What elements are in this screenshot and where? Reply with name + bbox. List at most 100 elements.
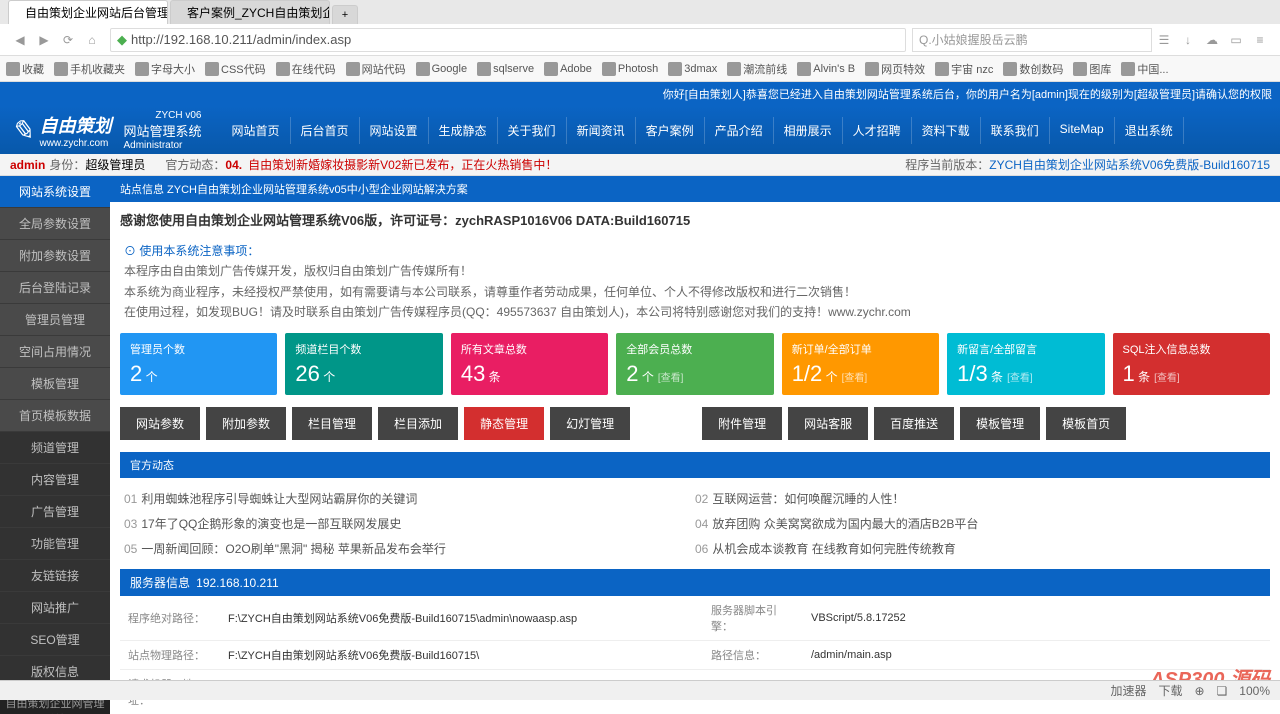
tab-2[interactable]: 客户案例_ZYCH自由策划企业网..: [170, 0, 330, 24]
sidebar-item[interactable]: 全局参数设置: [0, 208, 110, 240]
news-item[interactable]: 0317年了QQ企鹅形象的演变也是一部互联网发展史: [124, 511, 695, 536]
bookmark-item[interactable]: 在线代码: [276, 61, 336, 77]
stat-card[interactable]: 全部会员总数2 个[查看]: [616, 333, 773, 395]
sidebar-item[interactable]: 友链链接: [0, 560, 110, 592]
topnav-item[interactable]: 联系我们: [981, 117, 1050, 144]
bookmark-item[interactable]: 字母大小: [135, 61, 195, 77]
topnav-item[interactable]: 网站设置: [360, 117, 429, 144]
bookmark-item[interactable]: 网页特效: [865, 61, 925, 77]
stat-card[interactable]: 管理员个数2 个: [120, 333, 277, 395]
bookmark-item[interactable]: 中国...: [1121, 61, 1168, 77]
sidebar-item[interactable]: 内容管理: [0, 464, 110, 496]
topnav-item[interactable]: SiteMap: [1050, 117, 1115, 144]
sidebar-item[interactable]: 空间占用情况: [0, 336, 110, 368]
bookmark-item[interactable]: CSS代码: [205, 61, 266, 77]
tool-icon[interactable]: ↓: [1178, 30, 1198, 50]
action-buttons: 网站参数附加参数栏目管理栏目添加静态管理幻灯管理 附件管理网站客服百度推送模板管理…: [110, 401, 1280, 446]
news-list: 01利用蜘蛛池程序引导蜘蛛让大型网站霸屏你的关键词02互联网运营：如何唤醒沉睡的…: [110, 478, 1280, 569]
topnav-item[interactable]: 人才招聘: [843, 117, 912, 144]
action-button[interactable]: 模板管理: [960, 407, 1040, 440]
reload-button[interactable]: ⟳: [58, 30, 78, 50]
topnav-item[interactable]: 相册展示: [774, 117, 843, 144]
bookmark-item[interactable]: Alvin's B: [797, 62, 855, 76]
tool-icon[interactable]: ☰: [1154, 30, 1174, 50]
action-button[interactable]: 静态管理: [464, 407, 544, 440]
new-tab-button[interactable]: +: [332, 5, 358, 24]
table-row: 程序绝对路径：F:\ZYCH自由策划网站系统V06免费版-Build160715…: [120, 596, 1270, 641]
sidebar-item[interactable]: 功能管理: [0, 528, 110, 560]
back-button[interactable]: ◀: [10, 30, 30, 50]
action-button[interactable]: 附件管理: [702, 407, 782, 440]
topnav-item[interactable]: 资料下载: [912, 117, 981, 144]
status-item[interactable]: 下载: [1158, 682, 1182, 699]
news-item[interactable]: 01利用蜘蛛池程序引导蜘蛛让大型网站霸屏你的关键词: [124, 486, 695, 511]
bookmark-item[interactable]: Adobe: [544, 62, 592, 76]
topnav-item[interactable]: 生成静态: [429, 117, 498, 144]
stat-card[interactable]: 新留言/全部留言1/3 条[查看]: [947, 333, 1104, 395]
stat-card[interactable]: SQL注入信息总数1 条[查看]: [1113, 333, 1270, 395]
topnav-item[interactable]: 网站首页: [221, 117, 290, 144]
topnav-item[interactable]: 产品介绍: [705, 117, 774, 144]
bookmark-item[interactable]: Google: [416, 62, 467, 76]
bookmark-item[interactable]: 手机收藏夹: [54, 61, 125, 77]
action-button[interactable]: 网站客服: [788, 407, 868, 440]
action-button[interactable]: 百度推送: [874, 407, 954, 440]
news-item[interactable]: 02互联网运营：如何唤醒沉睡的人性！: [695, 486, 1266, 511]
stat-card[interactable]: 新订单/全部订单1/2 个[查看]: [782, 333, 939, 395]
status-item[interactable]: 100%: [1239, 684, 1270, 698]
stat-card[interactable]: 频道栏目个数26 个: [285, 333, 442, 395]
sidebar-item[interactable]: 网站系统设置: [0, 176, 110, 208]
action-button[interactable]: 附加参数: [206, 407, 286, 440]
search-input[interactable]: Q.小姑娘握股岳云鹏: [912, 28, 1152, 52]
status-item[interactable]: ❏: [1217, 684, 1228, 698]
sidebar-item[interactable]: SEO管理: [0, 624, 110, 656]
home-button[interactable]: ⌂: [82, 30, 102, 50]
menu-icon[interactable]: ≡: [1250, 30, 1270, 50]
action-button[interactable]: 栏目管理: [292, 407, 372, 440]
topnav-item[interactable]: 后台首页: [291, 117, 360, 144]
status-item[interactable]: ⊕: [1194, 684, 1204, 698]
url-text: http://192.168.10.211/admin/index.asp: [131, 32, 351, 47]
news-item[interactable]: 04放弃团购 众美窝窝欲成为国内最大的酒店B2B平台: [695, 511, 1266, 536]
sidebar-item[interactable]: 网站推广: [0, 592, 110, 624]
bookmark-item[interactable]: Photosh: [602, 62, 658, 76]
bookmark-item[interactable]: 3dmax: [668, 62, 717, 76]
tool-icon[interactable]: ☁: [1202, 30, 1222, 50]
forward-button[interactable]: ▶: [34, 30, 54, 50]
bookmarks-bar: 收藏手机收藏夹字母大小 CSS代码在线代码网站代码 Google sqlserve Ad…: [0, 56, 1280, 82]
announcement-link[interactable]: 自由策划新婚嫁妆摄影新V02新已发布，正在火热销售中！: [248, 156, 557, 173]
bookmark-item[interactable]: 潮流前线: [727, 61, 787, 77]
bookmark-item[interactable]: 网站代码: [346, 61, 406, 77]
sidebar-item[interactable]: 广告管理: [0, 496, 110, 528]
news-item[interactable]: 06从机会成本谈教育 在线教育如何完胜传统教育: [695, 536, 1266, 561]
bookmark-item[interactable]: 图库: [1073, 61, 1111, 77]
action-button[interactable]: 幻灯管理: [550, 407, 630, 440]
url-input[interactable]: ◆ http://192.168.10.211/admin/index.asp: [110, 28, 906, 52]
tool-icon[interactable]: ▭: [1226, 30, 1246, 50]
action-button[interactable]: 模板首页: [1046, 407, 1126, 440]
status-item[interactable]: 加速器: [1110, 682, 1146, 699]
sidebar-item[interactable]: 附加参数设置: [0, 240, 110, 272]
action-button[interactable]: 网站参数: [120, 407, 200, 440]
sidebar-item[interactable]: 模板管理: [0, 368, 110, 400]
topnav-item[interactable]: 退出系统: [1115, 117, 1184, 144]
stat-card[interactable]: 所有文章总数43 条: [451, 333, 608, 395]
table-row: 站点物理路径：F:\ZYCH自由策划网站系统V06免费版-Build160715…: [120, 640, 1270, 669]
topnav-item[interactable]: 关于我们: [498, 117, 567, 144]
bookmark-item[interactable]: 收藏: [6, 61, 44, 77]
action-button[interactable]: 栏目添加: [378, 407, 458, 440]
bookmark-item[interactable]: 数创数码: [1003, 61, 1063, 77]
bookmark-item[interactable]: 宇宙 nzc: [935, 61, 993, 77]
sidebar: 网站系统设置全局参数设置附加参数设置后台登陆记录管理员管理空间占用情况模板管理首…: [0, 176, 110, 714]
bookmark-item[interactable]: sqlserve: [477, 62, 534, 76]
topnav-item[interactable]: 客户案例: [636, 117, 705, 144]
news-item[interactable]: 05一周新闻回顾：O2O刷单"黑洞" 揭秘 苹果新品发布会举行: [124, 536, 695, 561]
sidebar-item[interactable]: 管理员管理: [0, 304, 110, 336]
topnav-item[interactable]: 新闻资讯: [567, 117, 636, 144]
sidebar-item[interactable]: 频道管理: [0, 432, 110, 464]
sidebar-item[interactable]: 后台登陆记录: [0, 272, 110, 304]
tab-1[interactable]: 自由策划企业网站后台管理系统: [8, 0, 168, 24]
version-link[interactable]: ZYCH自由策划企业网站系统V06免费版-Build160715: [989, 158, 1270, 172]
notice-box: ⊙ 使用本系统注意事项： 本程序由自由策划广告传媒开发，版权归自由策划广告传媒所…: [110, 237, 1280, 327]
sidebar-item[interactable]: 首页模板数据: [0, 400, 110, 432]
